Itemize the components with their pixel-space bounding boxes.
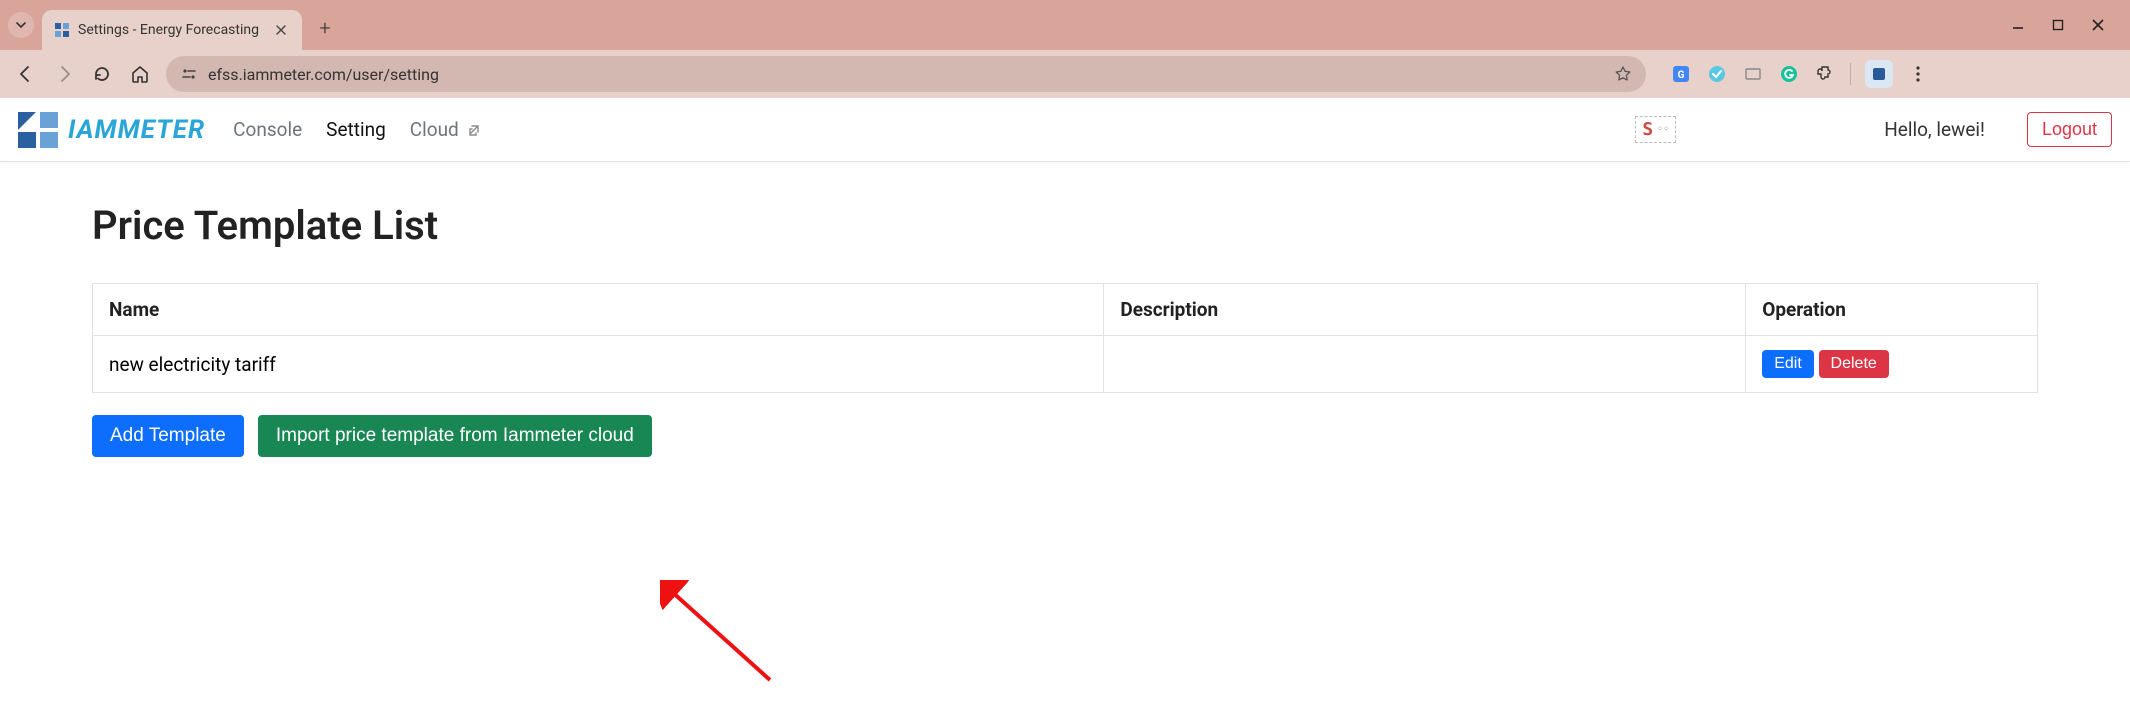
window-minimize-button[interactable] [2008, 15, 2028, 35]
template-table: Name Description Operation new electrici… [92, 283, 2038, 393]
app-nav: Console Setting Cloud [233, 118, 481, 141]
table-header-row: Name Description Operation [93, 284, 2038, 336]
cell-operation: Edit Delete [1746, 336, 2038, 393]
home-button[interactable] [128, 62, 152, 86]
tabs-dropdown-button[interactable] [8, 12, 34, 38]
status-badge: S◦◦ [1635, 116, 1676, 143]
new-tab-button[interactable]: + [310, 13, 340, 43]
nav-cloud-label: Cloud [410, 118, 459, 141]
profile-avatar[interactable] [1865, 60, 1893, 88]
extensions-puzzle-icon[interactable] [1814, 63, 1836, 85]
column-header-name: Name [93, 284, 1104, 336]
brand-logo[interactable]: IAMMETER [18, 112, 205, 148]
nav-setting[interactable]: Setting [326, 118, 386, 141]
extension-icons: G [1660, 60, 1929, 88]
cell-name: new electricity tariff [93, 336, 1104, 393]
browser-menu-button[interactable] [1907, 63, 1929, 85]
forward-button[interactable] [52, 62, 76, 86]
main-content: Price Template List Name Description Ope… [0, 162, 2130, 497]
window-maximize-button[interactable] [2048, 15, 2068, 35]
url-text: efss.iammeter.com/user/setting [208, 65, 1604, 84]
cell-description [1104, 336, 1746, 393]
site-settings-icon[interactable] [180, 65, 198, 83]
logo-mark-icon [18, 112, 60, 148]
window-close-button[interactable] [2088, 15, 2108, 35]
extension-icon[interactable] [1706, 63, 1728, 85]
reload-button[interactable] [90, 62, 114, 86]
brand-name: IAMMETER [68, 115, 205, 145]
extension-icon[interactable] [1742, 63, 1764, 85]
nav-cloud[interactable]: Cloud [410, 118, 482, 141]
browser-tab[interactable]: Settings - Energy Forecasting [42, 10, 302, 50]
tab-title: Settings - Energy Forecasting [78, 22, 264, 38]
delete-button[interactable]: Delete [1819, 350, 1889, 378]
grammarly-extension-icon[interactable] [1778, 63, 1800, 85]
nav-console[interactable]: Console [233, 118, 302, 141]
window-controls [2008, 15, 2122, 35]
address-bar[interactable]: efss.iammeter.com/user/setting [166, 56, 1646, 92]
import-template-button[interactable]: Import price template from Iammeter clou… [258, 415, 652, 457]
logout-button[interactable]: Logout [2027, 112, 2112, 147]
tab-close-button[interactable] [272, 21, 290, 39]
table-row: new electricity tariff Edit Delete [93, 336, 2038, 393]
add-template-button[interactable]: Add Template [92, 415, 244, 457]
edit-button[interactable]: Edit [1762, 350, 1814, 378]
greeting-text: Hello, lewei! [1884, 118, 1985, 141]
action-row: Add Template Import price template from … [92, 415, 2038, 457]
annotation-arrow-icon [660, 580, 780, 690]
tab-favicon [54, 22, 70, 38]
back-button[interactable] [14, 62, 38, 86]
app-header: IAMMETER Console Setting Cloud S◦◦ Hello… [0, 98, 2130, 162]
column-header-operation: Operation [1746, 284, 2038, 336]
svg-text:G: G [1678, 70, 1685, 81]
browser-toolbar: efss.iammeter.com/user/setting G [0, 50, 2130, 98]
column-header-description: Description [1104, 284, 1746, 336]
page-title: Price Template List [92, 202, 2038, 249]
bookmark-star-icon[interactable] [1614, 65, 1632, 83]
external-link-icon [467, 124, 481, 140]
browser-tab-strip: Settings - Energy Forecasting + [0, 0, 2130, 50]
translate-extension-icon[interactable]: G [1670, 63, 1692, 85]
